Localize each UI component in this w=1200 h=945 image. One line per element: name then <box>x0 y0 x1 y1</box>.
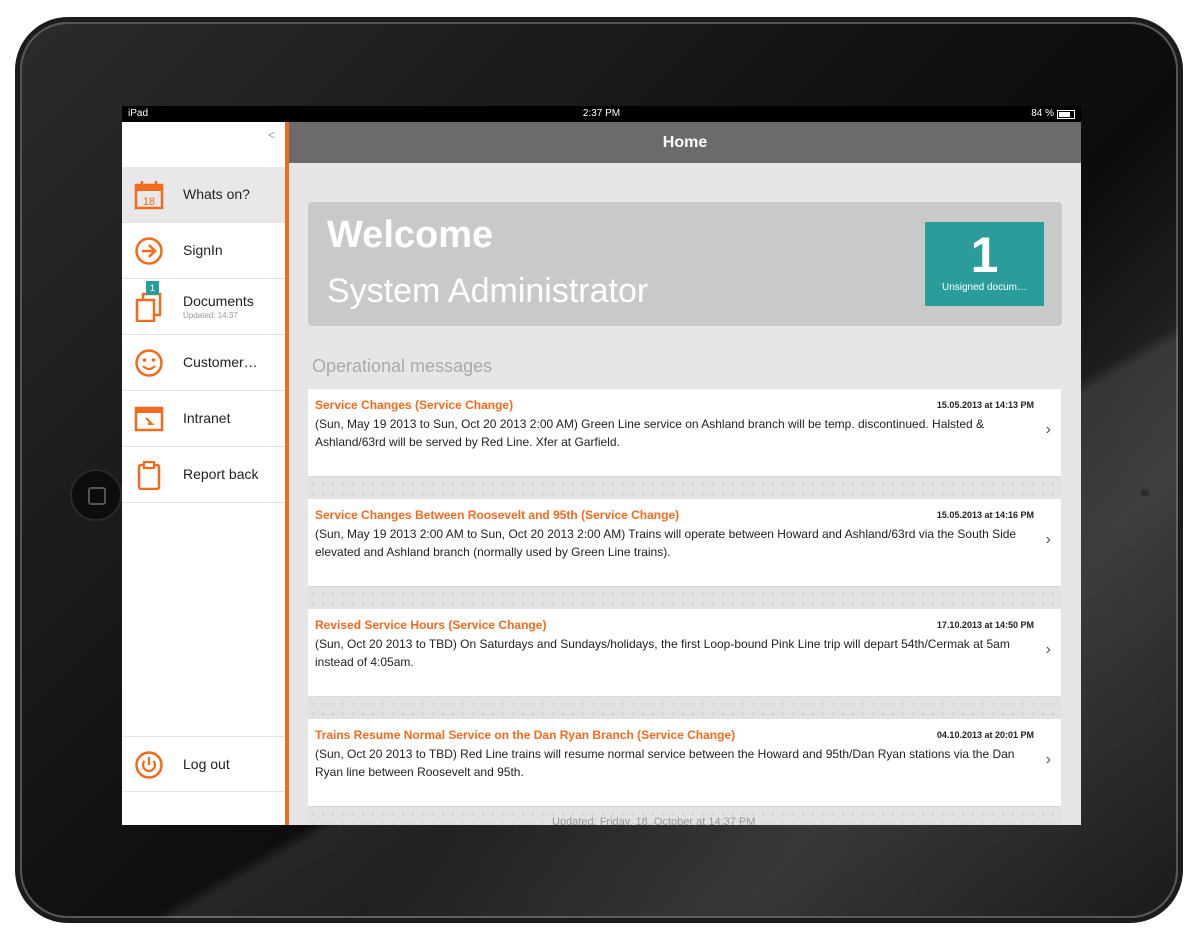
user-name: System Administrator <box>327 272 649 310</box>
sidebar-item-signin[interactable]: SignIn <box>122 223 285 279</box>
message-title: Service Changes Between Roosevelt and 95… <box>315 508 680 522</box>
sidebar-item-label: Log out <box>183 756 230 772</box>
message-title: Trains Resume Normal Service on the Dan … <box>315 728 736 742</box>
sidebar-item-label: Documents <box>183 293 254 309</box>
sidebar-item-log-out[interactable]: Log out <box>122 736 285 792</box>
chevron-right-icon: › <box>1045 641 1051 658</box>
documents-icon <box>135 292 162 322</box>
sidebar-item-customer[interactable]: Customer… <box>122 335 285 391</box>
message-date: 04.10.2013 at 20:01 PM <box>936 730 1034 740</box>
message-date: 15.05.2013 at 14:16 PM <box>936 510 1034 520</box>
welcome-card: Welcome System Administrator 1 Unsigned … <box>308 202 1062 326</box>
sidebar: < 18 Whats on? SignIn 1 Documents Update… <box>122 122 289 825</box>
message-item[interactable]: Trains Resume Normal Service on the Dan … <box>308 719 1061 807</box>
page-title: Home <box>289 122 1081 163</box>
home-button[interactable] <box>70 469 122 521</box>
chevron-right-icon: › <box>1045 531 1051 548</box>
unsigned-documents-tile[interactable]: 1 Unsigned docum… <box>925 222 1044 306</box>
battery-status: 84 % <box>1031 106 1075 122</box>
smiley-icon <box>135 349 163 377</box>
chevron-right-icon: › <box>1045 751 1051 768</box>
updated-note: Updated: Friday, 18. October at 14:37 PM <box>552 816 756 825</box>
screen: iPad 2:37 PM 84 % < 18 Whats on? SignIn … <box>122 106 1081 825</box>
message-body: (Sun, May 19 2013 to Sun, Oct 20 2013 2:… <box>315 417 985 449</box>
message-list: Service Changes (Service Change) 15.05.2… <box>308 389 1061 825</box>
sidebar-item-whats-on[interactable]: 18 Whats on? <box>122 167 285 223</box>
message-body: (Sun, May 19 2013 2:00 AM to Sun, Oct 20… <box>315 527 1017 559</box>
calendar-icon: 18 <box>134 181 164 210</box>
message-item[interactable]: Revised Service Hours (Service Change) 1… <box>308 609 1061 697</box>
unsigned-count: 1 <box>970 227 999 283</box>
message-date: 15.05.2013 at 14:13 PM <box>936 400 1034 410</box>
sidebar-item-intranet[interactable]: Intranet <box>122 391 285 447</box>
clipboard-icon <box>137 460 161 490</box>
sidebar-item-label: Intranet <box>183 410 231 426</box>
section-title: Operational messages <box>312 356 493 376</box>
sidebar-item-report-back[interactable]: Report back <box>122 447 285 503</box>
svg-text:18: 18 <box>143 196 155 208</box>
battery-percent: 84 % <box>1031 108 1054 119</box>
message-body: (Sun, Oct 20 2013 to TBD) Red Line train… <box>315 747 1015 779</box>
collapse-sidebar-button[interactable]: < <box>268 128 275 142</box>
status-bar: iPad 2:37 PM 84 % <box>122 106 1081 122</box>
sidebar-item-label: Report back <box>183 466 259 482</box>
message-item[interactable]: Service Changes Between Roosevelt and 95… <box>308 499 1061 587</box>
sidebar-item-label: Customer… <box>183 354 258 370</box>
message-body: (Sun, Oct 20 2013 to TBD) On Saturdays a… <box>315 637 1010 669</box>
sign-in-icon <box>135 237 163 265</box>
message-title: Revised Service Hours (Service Change) <box>315 618 547 632</box>
message-item[interactable]: Service Changes (Service Change) 15.05.2… <box>308 389 1061 477</box>
message-title: Service Changes (Service Change) <box>315 398 514 412</box>
clock: 2:37 PM <box>582 108 621 119</box>
browser-icon <box>134 406 164 432</box>
camera <box>1141 490 1149 496</box>
sidebar-item-documents[interactable]: 1 Documents Updated: 14:37 <box>122 279 285 335</box>
power-icon <box>135 751 163 779</box>
documents-badge: 1 <box>146 281 159 295</box>
message-date: 17.10.2013 at 14:50 PM <box>936 620 1034 630</box>
documents-updated: Updated: 14:37 <box>183 311 238 320</box>
battery-icon <box>1057 109 1075 119</box>
sidebar-item-label: Whats on? <box>183 186 250 202</box>
chevron-right-icon: › <box>1045 421 1051 438</box>
sidebar-item-label: SignIn <box>183 242 223 258</box>
welcome-title: Welcome <box>327 214 494 256</box>
unsigned-label: Unsigned docum… <box>941 282 1028 293</box>
